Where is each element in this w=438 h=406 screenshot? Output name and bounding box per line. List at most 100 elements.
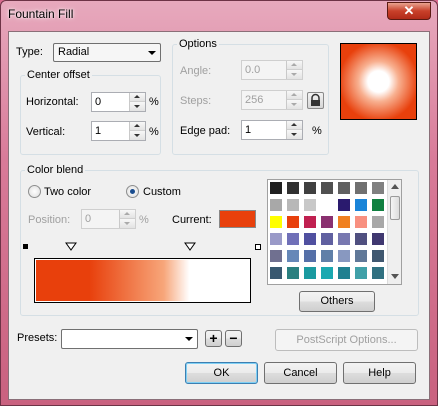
spin-down-icon[interactable] [287, 70, 302, 79]
palette-swatch[interactable] [286, 249, 300, 263]
palette-swatch[interactable] [320, 249, 334, 263]
palette-swatch[interactable] [286, 232, 300, 246]
position-spinner[interactable] [119, 210, 135, 228]
horizontal-unit: % [149, 96, 159, 108]
palette-swatch[interactable] [320, 198, 334, 212]
palette-swatch[interactable] [286, 198, 300, 212]
spin-up-icon[interactable] [287, 91, 302, 100]
spin-up-icon[interactable] [287, 61, 302, 70]
palette-swatch[interactable] [337, 181, 351, 195]
palette-swatch[interactable] [303, 215, 317, 229]
scroll-down-icon[interactable] [391, 274, 399, 279]
steps-spinner[interactable] [286, 91, 302, 109]
palette-swatch[interactable] [337, 266, 351, 280]
two-color-radio[interactable] [28, 185, 41, 198]
palette-swatch[interactable] [354, 232, 368, 246]
others-button[interactable]: Others [299, 291, 375, 312]
vertical-input[interactable]: 1 [91, 121, 146, 141]
edge-pad-label: Edge pad: [180, 125, 231, 137]
palette-swatch[interactable] [320, 266, 334, 280]
help-button[interactable]: Help [343, 362, 416, 384]
close-button[interactable]: ✕ [387, 2, 431, 20]
gradient-bar[interactable] [34, 258, 251, 303]
presets-combobox[interactable] [61, 329, 198, 349]
palette-swatch[interactable] [354, 215, 368, 229]
type-select[interactable]: Radial [53, 43, 161, 62]
custom-label[interactable]: Custom [143, 186, 181, 198]
palette-swatch[interactable] [269, 266, 283, 280]
steps-lock-button[interactable] [307, 92, 324, 109]
spin-down-icon[interactable] [120, 219, 135, 228]
palette-swatch[interactable] [371, 215, 385, 229]
palette-scroll-thumb[interactable] [390, 196, 400, 220]
current-color-button[interactable] [219, 210, 256, 228]
palette-swatch[interactable] [320, 232, 334, 246]
title-bar[interactable]: Fountain Fill ✕ [1, 1, 437, 29]
palette-swatch[interactable] [269, 181, 283, 195]
palette-swatch[interactable] [354, 198, 368, 212]
palette-swatch[interactable] [354, 249, 368, 263]
spin-up-icon[interactable] [120, 210, 135, 219]
palette-swatch[interactable] [371, 198, 385, 212]
palette-swatch[interactable] [303, 198, 317, 212]
position-input[interactable]: 0 [81, 209, 136, 229]
scroll-up-icon[interactable] [391, 184, 399, 189]
postscript-options-button[interactable]: PostScript Options... [275, 329, 418, 351]
palette-swatch[interactable] [269, 215, 283, 229]
palette-swatch[interactable] [354, 266, 368, 280]
angle-spinner[interactable] [286, 61, 302, 79]
custom-radio[interactable] [126, 185, 139, 198]
palette-swatch[interactable] [303, 249, 317, 263]
close-icon: ✕ [403, 3, 415, 18]
palette-swatch[interactable] [269, 232, 283, 246]
angle-input[interactable]: 0.0 [241, 60, 303, 80]
palette-swatch[interactable] [286, 181, 300, 195]
palette-swatch[interactable] [354, 181, 368, 195]
palette-swatch[interactable] [371, 249, 385, 263]
edge-pad-unit: % [312, 125, 322, 137]
spin-down-icon[interactable] [130, 102, 145, 111]
palette-swatch[interactable] [286, 215, 300, 229]
add-preset-button[interactable]: + [205, 330, 222, 347]
edge-pad-input[interactable]: 1 [241, 120, 303, 140]
edge-pad-spinner[interactable] [286, 121, 302, 139]
ok-button[interactable]: OK [185, 362, 258, 384]
horizontal-input[interactable]: 0 [91, 92, 146, 112]
horizontal-spinner[interactable] [129, 93, 145, 111]
spin-down-icon[interactable] [287, 100, 302, 109]
palette-swatch[interactable] [303, 232, 317, 246]
palette-swatch[interactable] [320, 215, 334, 229]
remove-preset-button[interactable]: − [225, 330, 242, 347]
palette-swatch[interactable] [337, 215, 351, 229]
cancel-button[interactable]: Cancel [264, 362, 337, 384]
palette-swatch[interactable] [371, 181, 385, 195]
palette-swatch[interactable] [269, 249, 283, 263]
gradient-stop-marker-icon[interactable] [184, 242, 196, 251]
spin-down-icon[interactable] [130, 131, 145, 140]
palette-scrollbar[interactable] [387, 180, 401, 284]
palette-swatch[interactable] [371, 266, 385, 280]
palette-swatch[interactable] [371, 232, 385, 246]
gradient-stop-marker-icon[interactable] [65, 242, 77, 251]
palette-swatch[interactable] [286, 266, 300, 280]
palette-swatch[interactable] [320, 181, 334, 195]
spin-up-icon[interactable] [130, 122, 145, 131]
spin-up-icon[interactable] [130, 93, 145, 102]
palette-swatch[interactable] [269, 198, 283, 212]
spin-up-icon[interactable] [287, 121, 302, 130]
palette-swatch[interactable] [303, 266, 317, 280]
palette-swatch[interactable] [303, 181, 317, 195]
palette-swatch[interactable] [337, 232, 351, 246]
gradient-bar-fill [36, 260, 249, 301]
palette-swatch[interactable] [337, 198, 351, 212]
horizontal-value: 0 [95, 96, 102, 108]
type-label: Type: [16, 46, 43, 58]
vertical-spinner[interactable] [129, 122, 145, 140]
spin-down-icon[interactable] [287, 130, 302, 139]
palette-swatch[interactable] [337, 249, 351, 263]
gradient-end-handle[interactable] [255, 244, 261, 250]
gradient-start-handle[interactable] [23, 244, 28, 249]
steps-input[interactable]: 256 [241, 90, 303, 110]
window-title: Fountain Fill [8, 7, 74, 21]
two-color-label[interactable]: Two color [44, 186, 91, 198]
